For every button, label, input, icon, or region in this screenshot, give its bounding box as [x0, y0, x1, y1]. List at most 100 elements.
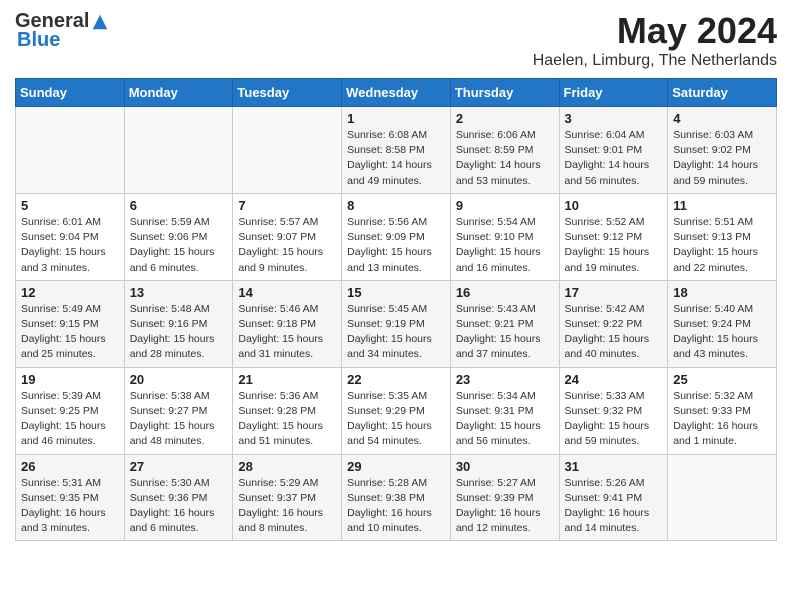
day-number: 10	[565, 198, 663, 213]
day-info: Sunrise: 6:03 AM Sunset: 9:02 PM Dayligh…	[673, 128, 771, 189]
day-info: Sunrise: 5:49 AM Sunset: 9:15 PM Dayligh…	[21, 302, 119, 363]
day-number: 24	[565, 372, 663, 387]
table-row: 11Sunrise: 5:51 AM Sunset: 9:13 PM Dayli…	[668, 193, 777, 280]
day-info: Sunrise: 5:33 AM Sunset: 9:32 PM Dayligh…	[565, 389, 663, 450]
day-number: 13	[130, 285, 228, 300]
day-info: Sunrise: 6:06 AM Sunset: 8:59 PM Dayligh…	[456, 128, 554, 189]
table-row: 28 Sunrise: 5:29 AM Sunset: 9:37 PM Dayli…	[233, 454, 342, 541]
calendar-week-row: 12Sunrise: 5:49 AM Sunset: 9:15 PM Dayli…	[16, 280, 777, 367]
day-info: Sunrise: 5:59 AM Sunset: 9:06 PM Dayligh…	[130, 215, 228, 276]
day-number: 8	[347, 198, 445, 213]
day-number: 14	[238, 285, 336, 300]
day-number: 31	[565, 459, 663, 474]
table-row	[233, 107, 342, 194]
day-info: Sunrise: 5:43 AM Sunset: 9:21 PM Dayligh…	[456, 302, 554, 363]
day-info: Sunrise: 5:29 AM Sunset: 9:37 PM Dayligh…	[238, 476, 336, 537]
table-row	[16, 107, 125, 194]
table-row: 26 Sunrise: 5:31 AM Sunset: 9:35 PM Dayli…	[16, 454, 125, 541]
day-info: Sunrise: 5:56 AM Sunset: 9:09 PM Dayligh…	[347, 215, 445, 276]
table-row: 17 Sunrise: 5:42 AM Sunset: 9:22 PM Dayli…	[559, 280, 668, 367]
day-info: Sunrise: 5:36 AM Sunset: 9:28 PM Dayligh…	[238, 389, 336, 450]
table-row: 13 Sunrise: 5:48 AM Sunset: 9:16 PM Dayli…	[124, 280, 233, 367]
day-info: Sunrise: 5:45 AM Sunset: 9:19 PM Dayligh…	[347, 302, 445, 363]
day-info: Sunrise: 5:46 AM Sunset: 9:18 PM Dayligh…	[238, 302, 336, 363]
day-number: 18	[673, 285, 771, 300]
day-info: Sunrise: 5:40 AM Sunset: 9:24 PM Dayligh…	[673, 302, 771, 363]
day-info: Sunrise: 5:42 AM Sunset: 9:22 PM Dayligh…	[565, 302, 663, 363]
table-row: 8 Sunrise: 5:56 AM Sunset: 9:09 PM Daylig…	[342, 193, 451, 280]
table-row	[124, 107, 233, 194]
day-number: 4	[673, 111, 771, 126]
table-row: 14 Sunrise: 5:46 AM Sunset: 9:18 PM Dayli…	[233, 280, 342, 367]
table-row: 24 Sunrise: 5:33 AM Sunset: 9:32 PM Dayli…	[559, 367, 668, 454]
day-info: Sunrise: 5:27 AM Sunset: 9:39 PM Dayligh…	[456, 476, 554, 537]
day-number: 27	[130, 459, 228, 474]
page-header: General Blue May 2024 Haelen, Limburg, T…	[15, 10, 777, 70]
day-number: 1	[347, 111, 445, 126]
day-info: Sunrise: 5:39 AM Sunset: 9:25 PM Dayligh…	[21, 389, 119, 450]
day-number: 9	[456, 198, 554, 213]
day-info: Sunrise: 5:35 AM Sunset: 9:29 PM Dayligh…	[347, 389, 445, 450]
day-number: 7	[238, 198, 336, 213]
day-number: 21	[238, 372, 336, 387]
day-info: Sunrise: 5:52 AM Sunset: 9:12 PM Dayligh…	[565, 215, 663, 276]
table-row: 21 Sunrise: 5:36 AM Sunset: 9:28 PM Dayli…	[233, 367, 342, 454]
table-row: 19 Sunrise: 5:39 AM Sunset: 9:25 PM Dayli…	[16, 367, 125, 454]
calendar-week-row: 19 Sunrise: 5:39 AM Sunset: 9:25 PM Dayli…	[16, 367, 777, 454]
table-row: 22 Sunrise: 5:35 AM Sunset: 9:29 PM Dayli…	[342, 367, 451, 454]
table-row: 5Sunrise: 6:01 AM Sunset: 9:04 PM Daylig…	[16, 193, 125, 280]
subtitle: Haelen, Limburg, The Netherlands	[533, 52, 777, 70]
header-saturday: Saturday	[668, 79, 777, 107]
table-row: 31Sunrise: 5:26 AM Sunset: 9:41 PM Dayli…	[559, 454, 668, 541]
logo: General Blue	[15, 10, 109, 52]
header-sunday: Sunday	[16, 79, 125, 107]
day-number: 6	[130, 198, 228, 213]
table-row: 3Sunrise: 6:04 AM Sunset: 9:01 PM Daylig…	[559, 107, 668, 194]
table-row: 29 Sunrise: 5:28 AM Sunset: 9:38 PM Dayli…	[342, 454, 451, 541]
calendar-table: Sunday Monday Tuesday Wednesday Thursday…	[15, 78, 777, 541]
table-row: 6 Sunrise: 5:59 AM Sunset: 9:06 PM Daylig…	[124, 193, 233, 280]
day-number: 20	[130, 372, 228, 387]
day-number: 15	[347, 285, 445, 300]
table-row: 2 Sunrise: 6:06 AM Sunset: 8:59 PM Daylig…	[450, 107, 559, 194]
day-info: Sunrise: 5:57 AM Sunset: 9:07 PM Dayligh…	[238, 215, 336, 276]
day-info: Sunrise: 6:08 AM Sunset: 8:58 PM Dayligh…	[347, 128, 445, 189]
calendar-page: General Blue May 2024 Haelen, Limburg, T…	[0, 0, 792, 551]
table-row: 4 Sunrise: 6:03 AM Sunset: 9:02 PM Daylig…	[668, 107, 777, 194]
table-row: 1 Sunrise: 6:08 AM Sunset: 8:58 PM Daylig…	[342, 107, 451, 194]
day-number: 2	[456, 111, 554, 126]
calendar-week-row: 26 Sunrise: 5:31 AM Sunset: 9:35 PM Dayli…	[16, 454, 777, 541]
header-friday: Friday	[559, 79, 668, 107]
day-info: Sunrise: 6:01 AM Sunset: 9:04 PM Dayligh…	[21, 215, 119, 276]
day-number: 22	[347, 372, 445, 387]
day-info: Sunrise: 5:32 AM Sunset: 9:33 PM Dayligh…	[673, 389, 771, 450]
main-title: May 2024	[533, 10, 777, 52]
day-number: 26	[21, 459, 119, 474]
day-number: 28	[238, 459, 336, 474]
table-row: 27Sunrise: 5:30 AM Sunset: 9:36 PM Dayli…	[124, 454, 233, 541]
day-info: Sunrise: 5:28 AM Sunset: 9:38 PM Dayligh…	[347, 476, 445, 537]
day-number: 23	[456, 372, 554, 387]
table-row: 25 Sunrise: 5:32 AM Sunset: 9:33 PM Dayli…	[668, 367, 777, 454]
day-number: 19	[21, 372, 119, 387]
day-info: Sunrise: 5:48 AM Sunset: 9:16 PM Dayligh…	[130, 302, 228, 363]
day-info: Sunrise: 5:31 AM Sunset: 9:35 PM Dayligh…	[21, 476, 119, 537]
day-number: 25	[673, 372, 771, 387]
day-info: Sunrise: 5:38 AM Sunset: 9:27 PM Dayligh…	[130, 389, 228, 450]
table-row: 20 Sunrise: 5:38 AM Sunset: 9:27 PM Dayli…	[124, 367, 233, 454]
table-row: 23Sunrise: 5:34 AM Sunset: 9:31 PM Dayli…	[450, 367, 559, 454]
day-number: 17	[565, 285, 663, 300]
header-wednesday: Wednesday	[342, 79, 451, 107]
day-number: 3	[565, 111, 663, 126]
table-row: 30Sunrise: 5:27 AM Sunset: 9:39 PM Dayli…	[450, 454, 559, 541]
calendar-week-row: 1 Sunrise: 6:08 AM Sunset: 8:58 PM Daylig…	[16, 107, 777, 194]
table-row: 12Sunrise: 5:49 AM Sunset: 9:15 PM Dayli…	[16, 280, 125, 367]
day-number: 29	[347, 459, 445, 474]
day-info: Sunrise: 5:51 AM Sunset: 9:13 PM Dayligh…	[673, 215, 771, 276]
header-monday: Monday	[124, 79, 233, 107]
header-tuesday: Tuesday	[233, 79, 342, 107]
logo-icon	[91, 13, 109, 31]
table-row: 18 Sunrise: 5:40 AM Sunset: 9:24 PM Dayli…	[668, 280, 777, 367]
logo-blue-text: Blue	[17, 29, 60, 52]
table-row: 10 Sunrise: 5:52 AM Sunset: 9:12 PM Dayli…	[559, 193, 668, 280]
